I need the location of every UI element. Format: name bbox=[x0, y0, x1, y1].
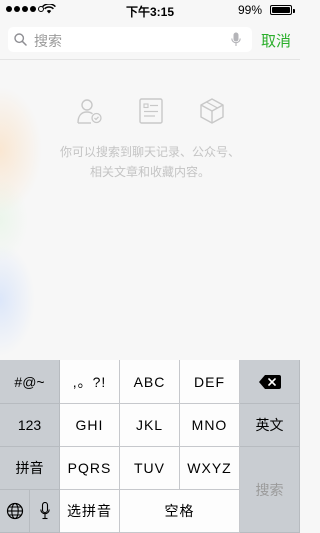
contact-icon[interactable] bbox=[75, 97, 103, 125]
key-mno-label: MNO bbox=[191, 417, 228, 433]
pinyin-keyboard: #@~ 123 拼音 ,。?! ABC DEF GHI JKL MNO PQRS… bbox=[0, 360, 300, 533]
search-bar[interactable] bbox=[8, 27, 252, 54]
key-ghi-label: GHI bbox=[75, 417, 104, 433]
backspace-icon bbox=[258, 374, 281, 389]
key-tuv-label: TUV bbox=[134, 460, 165, 476]
battery-icon bbox=[270, 5, 295, 15]
key-english[interactable]: 英文 bbox=[240, 404, 300, 447]
header-divider bbox=[0, 59, 300, 60]
cube-icon[interactable] bbox=[198, 97, 226, 125]
microphone-key[interactable] bbox=[30, 490, 60, 533]
globe-key[interactable] bbox=[0, 490, 30, 533]
microphone-icon bbox=[39, 502, 50, 520]
key-select-pinyin[interactable]: 选拼音 bbox=[60, 490, 120, 533]
key-punctuation-label: ,。?! bbox=[72, 373, 107, 390]
key-wxyz-label: WXYZ bbox=[187, 460, 232, 476]
key-select-pinyin-label: 选拼音 bbox=[67, 503, 112, 519]
hint-line-1: 你可以搜索到聊天记录、公众号、 bbox=[59, 145, 240, 159]
key-tuv[interactable]: TUV bbox=[120, 447, 180, 490]
key-jkl-label: JKL bbox=[135, 417, 164, 433]
globe-icon bbox=[6, 502, 23, 520]
key-pqrs-label: PQRS bbox=[67, 460, 112, 476]
key-pqrs[interactable]: PQRS bbox=[60, 447, 120, 490]
status-bar: 下午3:15 99% bbox=[0, 0, 300, 20]
battery-percent: 99% bbox=[237, 3, 262, 17]
space-key[interactable]: 空格 bbox=[120, 490, 240, 533]
key-punctuation[interactable]: ,。?! bbox=[60, 360, 120, 404]
search-input[interactable] bbox=[32, 27, 226, 54]
search-hint-text: 你可以搜索到聊天记录、公众号、 相关文章和收藏内容。 bbox=[0, 142, 300, 182]
cancel-button[interactable]: 取消 bbox=[261, 30, 291, 51]
key-def[interactable]: DEF bbox=[180, 360, 240, 404]
key-symbols[interactable]: #@~ bbox=[0, 360, 60, 404]
key-abc-label: ABC bbox=[133, 373, 166, 390]
key-wxyz[interactable]: WXYZ bbox=[180, 447, 240, 490]
article-icon[interactable] bbox=[137, 97, 165, 125]
key-jkl[interactable]: JKL bbox=[120, 404, 180, 447]
delete-key[interactable] bbox=[240, 360, 300, 404]
key-mno[interactable]: MNO bbox=[180, 404, 240, 447]
space-key-label: 空格 bbox=[164, 503, 195, 519]
key-abc[interactable]: ABC bbox=[120, 360, 180, 404]
search-icon bbox=[14, 33, 27, 46]
microphone-icon[interactable] bbox=[231, 32, 241, 47]
key-ghi[interactable]: GHI bbox=[60, 404, 120, 447]
key-pinyin-mode[interactable]: 拼音 bbox=[0, 447, 60, 490]
search-key[interactable]: 搜索 bbox=[240, 447, 300, 533]
key-numbers[interactable]: 123 bbox=[0, 404, 60, 447]
key-def-label: DEF bbox=[194, 373, 225, 390]
hint-line-2: 相关文章和收藏内容。 bbox=[89, 165, 210, 179]
